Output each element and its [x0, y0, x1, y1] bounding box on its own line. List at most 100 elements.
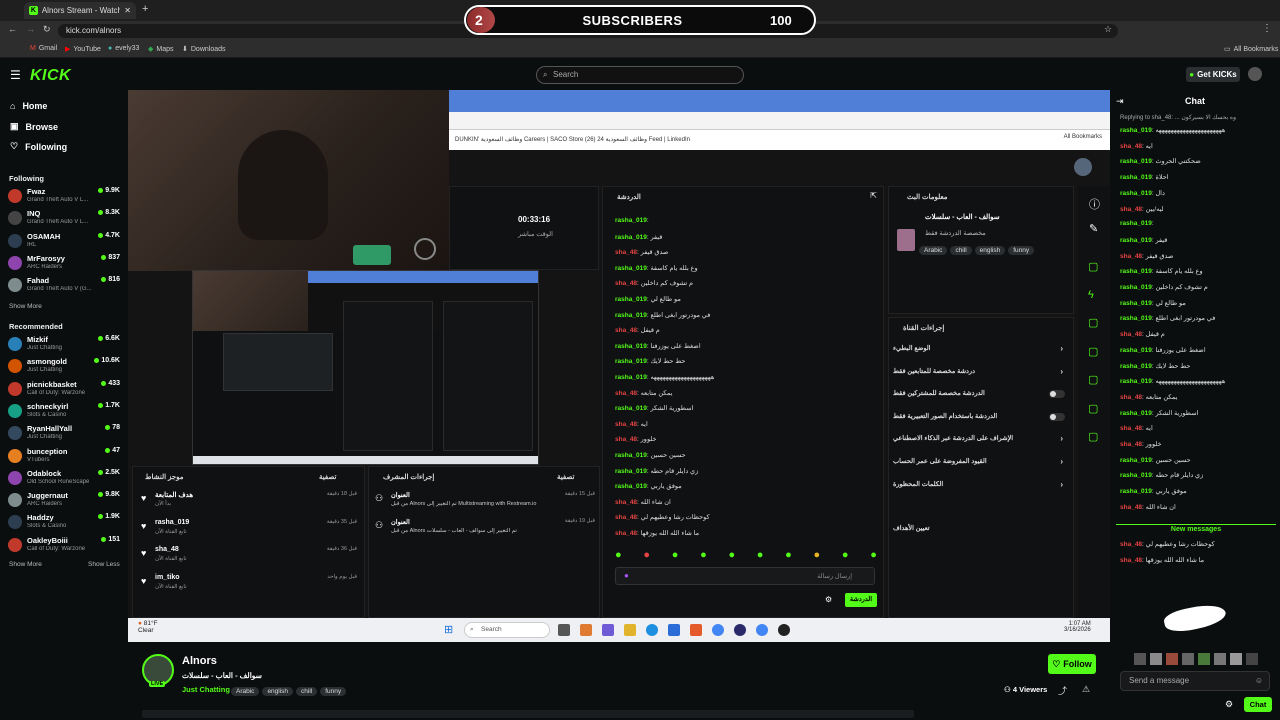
- chat-username[interactable]: rasha_019: [615, 265, 647, 272]
- chat-input[interactable]: Send a message ☺: [1120, 671, 1270, 691]
- channel-action-row[interactable]: الإشراف على الدردشة عبر الذكاء الاصطناعي…: [893, 434, 1069, 443]
- chat-username[interactable]: rasha_019: [615, 343, 647, 350]
- channel-action-row[interactable]: الدردشة باستخدام الصور التعبيرية فقط: [893, 412, 1069, 421]
- menu-icon[interactable]: ☰: [10, 68, 21, 82]
- sidebar-channel[interactable]: Fahad Grand Theft Auto V (G... 816: [8, 276, 122, 298]
- chat-username[interactable]: rasha_019: [615, 452, 647, 459]
- info-icon[interactable]: ⓘ: [1089, 196, 1100, 212]
- collapse-chat-icon[interactable]: ⇥: [1116, 96, 1124, 107]
- inner-chat-settings-icon[interactable]: ⚙: [825, 595, 832, 604]
- bookmark-evely33[interactable]: ● evely33: [108, 45, 139, 52]
- sidebar-channel[interactable]: Haddzy Slots & Casino 1.9K: [8, 513, 122, 535]
- follow-button[interactable]: ♡ Follow: [1048, 654, 1096, 674]
- chat-username[interactable]: sha_48: [615, 249, 637, 256]
- chat-username[interactable]: rasha_019: [1120, 174, 1152, 181]
- chat-username[interactable]: sha_48: [1120, 143, 1142, 150]
- chat-username[interactable]: sha_48: [1120, 425, 1142, 432]
- chat-username[interactable]: rasha_019: [615, 483, 647, 490]
- tool-icon-4[interactable]: ▢: [1088, 402, 1098, 415]
- sidebar-channel[interactable]: INQ Grand Theft Auto V L... 8.3K: [8, 209, 122, 231]
- forward-icon[interactable]: →: [26, 24, 35, 34]
- taskbar-clock[interactable]: 1:07 AM 3/16/2026: [1064, 621, 1091, 633]
- tag[interactable]: english: [262, 687, 294, 696]
- chat-username[interactable]: rasha_019: [1120, 457, 1152, 464]
- tool-icon-3[interactable]: ▢: [1088, 373, 1098, 386]
- chat-username[interactable]: rasha_019: [615, 217, 647, 224]
- edit-icon[interactable]: ✎: [1089, 222, 1098, 235]
- reload-icon[interactable]: ↻: [43, 24, 51, 35]
- chat-username[interactable]: sha_48: [1120, 206, 1142, 213]
- user-avatar[interactable]: [1248, 67, 1262, 81]
- bookmark-maps[interactable]: ◆ Maps: [148, 45, 174, 54]
- nav-following[interactable]: ♡ Following: [10, 141, 67, 152]
- emoji-icon[interactable]: ☺: [1255, 672, 1263, 690]
- inner-chat-input[interactable]: إرسال رسالة ●: [615, 567, 875, 585]
- bookmark-gmail[interactable]: M Gmail: [30, 45, 57, 52]
- chat-username[interactable]: sha_48: [1120, 504, 1142, 511]
- chat-username[interactable]: rasha_019: [1120, 220, 1152, 227]
- channel-action-row[interactable]: الدردشة مخصصة للمشتركين فقط: [893, 389, 1069, 399]
- report-icon[interactable]: ⚠: [1082, 684, 1090, 695]
- sidebar-channel[interactable]: MrFarosyy ARC Raiders 837: [8, 254, 122, 276]
- chat-settings-icon[interactable]: ⚙: [1225, 699, 1233, 710]
- sidebar-channel[interactable]: picnickbasket Call of Duty: Warzone 433: [8, 380, 122, 402]
- chat-username[interactable]: sha_48: [615, 280, 637, 287]
- activity-filter[interactable]: تصفية: [319, 473, 336, 481]
- bookmark-downloads[interactable]: ⬇ Downloads: [182, 45, 226, 54]
- tag[interactable]: Arabic: [231, 687, 260, 696]
- chat-username[interactable]: rasha_019: [1120, 237, 1152, 244]
- chat-username[interactable]: rasha_019: [1120, 363, 1152, 370]
- tag[interactable]: funny: [320, 687, 347, 696]
- sidebar-channel[interactable]: Juggernaut ARC Raiders 9.8K: [8, 491, 122, 513]
- chat-username[interactable]: rasha_019: [1120, 488, 1152, 495]
- chat-username[interactable]: rasha_019: [1120, 410, 1152, 417]
- nav-browse[interactable]: ▣ Browse: [10, 121, 58, 132]
- weather-widget[interactable]: ● 81°F Clear: [138, 620, 158, 634]
- taskbar-search[interactable]: ⌕ Search: [464, 622, 550, 638]
- chat-username[interactable]: rasha_019: [1120, 127, 1152, 134]
- sidebar-channel[interactable]: asmongold Just Chatting 10.6K: [8, 357, 122, 379]
- sidebar-channel[interactable]: bunception VTubers 47: [8, 447, 122, 469]
- chat-username[interactable]: sha_48: [615, 514, 637, 521]
- get-kicks-button[interactable]: ● Get KICKs: [1186, 67, 1240, 82]
- chat-username[interactable]: sha_48: [1120, 441, 1142, 448]
- share-icon[interactable]: ⤴: [1058, 684, 1067, 697]
- sidebar-channel[interactable]: OSAMAH IRL 4.7K: [8, 232, 122, 254]
- chat-username[interactable]: sha_48: [1120, 541, 1142, 548]
- close-tab-icon[interactable]: ✕: [124, 6, 131, 15]
- chat-username[interactable]: rasha_019: [615, 296, 647, 303]
- show-more-recommended[interactable]: Show More: [9, 561, 42, 568]
- chat-username[interactable]: sha_48: [615, 390, 637, 397]
- chat-username[interactable]: sha_48: [615, 530, 637, 537]
- chat-username[interactable]: sha_48: [615, 499, 637, 506]
- tool-icon-2[interactable]: ▢: [1088, 316, 1098, 329]
- chat-username[interactable]: rasha_019: [1120, 268, 1152, 275]
- set-goals-row[interactable]: تعيين الأهداف: [893, 524, 930, 532]
- sidebar-channel[interactable]: Mizkif Just Chatting 6.6K: [8, 335, 122, 357]
- channel-name[interactable]: Alnors: [182, 655, 217, 667]
- popout-icon[interactable]: ⇱: [870, 191, 877, 200]
- nav-home[interactable]: ⌂ Home: [10, 101, 47, 111]
- all-bookmarks[interactable]: ▭ All Bookmarks: [1224, 45, 1278, 54]
- chat-username[interactable]: sha_48: [615, 436, 637, 443]
- show-less-recommended[interactable]: Show Less: [88, 561, 120, 568]
- chat-username[interactable]: rasha_019: [1120, 347, 1152, 354]
- video-player[interactable]: DUNKIN' وظائف السعودية Careers | SACO St…: [128, 90, 1110, 642]
- channel-action-row[interactable]: الكلمات المحظورة ›: [893, 480, 1069, 489]
- new-tab-icon[interactable]: +: [142, 3, 148, 15]
- chat-username[interactable]: rasha_019: [615, 234, 647, 241]
- tool-icon-1[interactable]: ▢: [1088, 260, 1098, 273]
- chat-username[interactable]: rasha_019: [1120, 284, 1152, 291]
- mod-actions-filter[interactable]: تصفية: [557, 473, 574, 481]
- chat-username[interactable]: rasha_019: [615, 358, 647, 365]
- lightning-icon[interactable]: ϟ: [1088, 289, 1094, 301]
- sidebar-channel[interactable]: RyanHallYall Just Chatting 78: [8, 424, 122, 446]
- channel-action-row[interactable]: القيود المفروضة على عمر الحساب ›: [893, 457, 1069, 466]
- inner-chat-send[interactable]: الدردشة: [845, 593, 877, 607]
- sidebar-channel[interactable]: Odablock Old School RuneScape 2.5K: [8, 469, 122, 491]
- bookmark-star-icon[interactable]: ☆: [1104, 24, 1112, 35]
- back-icon[interactable]: ←: [8, 24, 17, 34]
- chat-username[interactable]: rasha_019: [1120, 472, 1152, 479]
- bookmark-youtube[interactable]: ▶ YouTube: [65, 45, 101, 54]
- toggle-switch[interactable]: [1049, 390, 1065, 399]
